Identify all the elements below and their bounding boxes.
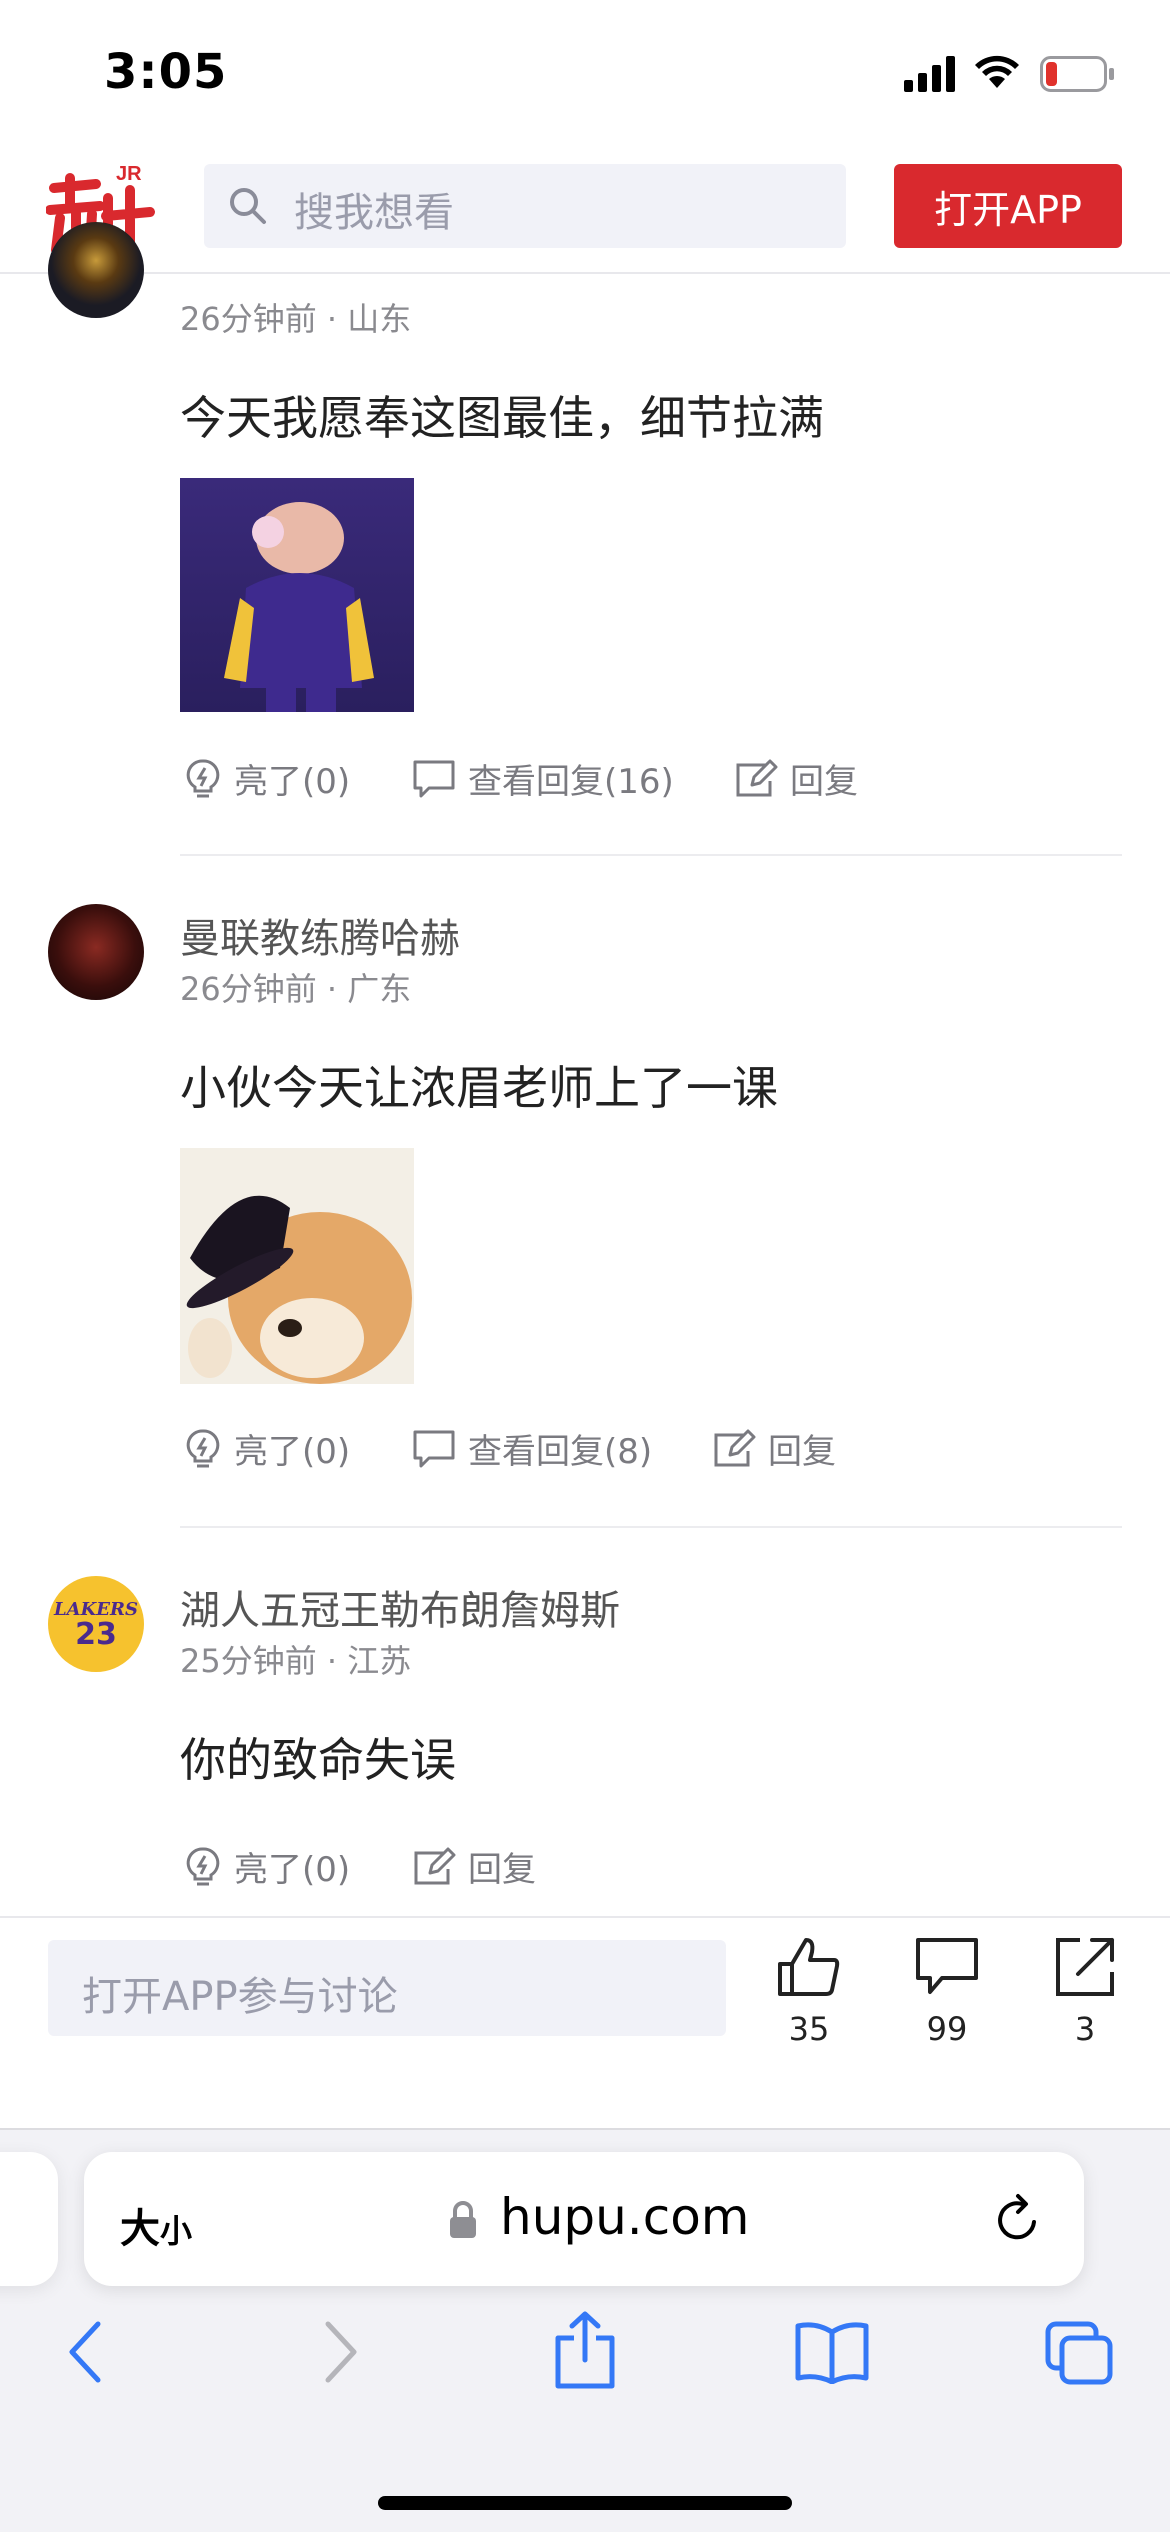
comment-username[interactable]: 湖人五冠王勒布朗詹姆斯 xyxy=(180,1578,620,1636)
battery-icon xyxy=(1040,56,1114,92)
light-button[interactable]: 亮了(0) xyxy=(184,1424,350,1473)
discussion-placeholder: 打开APP参与讨论 xyxy=(82,1974,398,2020)
comment-image[interactable] xyxy=(180,478,414,712)
status-bar: 3:05 xyxy=(0,0,1170,150)
comment-item: 26分钟前 · 山东 今天我愿奉这图最佳，细节拉满 亮了(0) 查看回复(16) xyxy=(0,222,1170,854)
address-bar[interactable]: 大小 hupu.com xyxy=(84,2152,1084,2286)
back-icon[interactable] xyxy=(64,2320,108,2384)
view-replies-button[interactable]: 查看回复(16) xyxy=(412,754,674,803)
comment-meta: 25分钟前 · 江苏 xyxy=(180,1642,412,1680)
reply-button[interactable]: 回复 xyxy=(734,754,858,803)
divider xyxy=(180,854,1122,856)
previous-tab-preview[interactable] xyxy=(0,2152,58,2286)
edit-icon xyxy=(736,759,778,796)
site-header: JR 搜我想看 打开APP xyxy=(0,150,1170,274)
status-time: 3:05 xyxy=(104,44,228,100)
home-indicator xyxy=(378,2496,792,2510)
comment-bubble-icon xyxy=(413,760,455,797)
search-icon xyxy=(230,188,266,224)
lightbulb-icon xyxy=(186,1428,220,1467)
divider xyxy=(180,1526,1122,1528)
avatar[interactable]: LAKERS 23 xyxy=(48,1576,144,1672)
lightbulb-icon xyxy=(186,758,220,797)
avatar[interactable] xyxy=(48,904,144,1000)
lock-icon xyxy=(450,2201,476,2238)
url-text: hupu.com xyxy=(500,2188,750,2246)
wifi-icon xyxy=(975,55,1019,88)
pig-basketball-image xyxy=(224,502,374,712)
light-button[interactable]: 亮了(0) xyxy=(184,754,350,803)
forward-icon[interactable] xyxy=(318,2320,362,2384)
lightbulb-icon xyxy=(186,1846,220,1885)
share-icon xyxy=(1056,1938,1114,1996)
like-button[interactable]: 35 xyxy=(754,1936,864,2048)
tabs-icon[interactable] xyxy=(1044,2320,1114,2386)
share-count: 3 xyxy=(1074,2010,1096,2048)
search-input[interactable]: 搜我想看 xyxy=(204,164,846,248)
edit-icon xyxy=(414,1847,456,1884)
view-replies-button[interactable]: 查看回复(8) xyxy=(412,1424,652,1473)
discussion-input[interactable]: 打开APP参与讨论 xyxy=(48,1940,726,2036)
comment-icon xyxy=(916,1938,978,1994)
search-placeholder: 搜我想看 xyxy=(294,190,454,236)
avatar[interactable] xyxy=(48,222,144,318)
share-button[interactable]: 3 xyxy=(1030,1936,1140,2048)
like-count: 35 xyxy=(788,2010,830,2048)
light-button[interactable]: 亮了(0) xyxy=(184,1842,350,1891)
comment-text: 你的致命失误 xyxy=(180,1733,456,1787)
bookmarks-icon[interactable] xyxy=(794,2320,870,2384)
thumbs-up-icon xyxy=(778,1938,840,1996)
comment-text: 今天我愿奉这图最佳，细节拉满 xyxy=(180,391,824,445)
comment-text: 小伙今天让浓眉老师上了一课 xyxy=(180,1061,778,1115)
comment-count: 99 xyxy=(926,2010,968,2048)
comment-item: 曼联教练腾哈赫 26分钟前 · 广东 小伙今天让浓眉老师上了一课 亮了(0) 查… xyxy=(0,880,1170,1520)
share-sheet-icon[interactable] xyxy=(552,2310,618,2390)
safari-toolbar-area: 大小 hupu.com xyxy=(0,2128,1170,2532)
comment-meta: 26分钟前 · 山东 xyxy=(180,300,412,338)
comment-meta: 26分钟前 · 广东 xyxy=(180,970,412,1008)
shiba-hat-image xyxy=(186,1195,412,1384)
comment-item: LAKERS 23 湖人五冠王勒布朗詹姆斯 25分钟前 · 江苏 你的致命失误 … xyxy=(0,1552,1170,1916)
cellular-signal-icon xyxy=(904,56,955,92)
bottom-discussion-bar: 打开APP参与讨论 35 99 3 xyxy=(0,1916,1170,2130)
edit-icon xyxy=(714,1429,756,1466)
comment-image[interactable] xyxy=(180,1148,414,1384)
open-app-button[interactable]: 打开APP xyxy=(894,164,1122,248)
reply-button[interactable]: 回复 xyxy=(412,1842,536,1891)
svg-text:JR: JR xyxy=(116,163,142,185)
comment-username[interactable]: 曼联教练腾哈赫 xyxy=(180,906,460,964)
reply-button[interactable]: 回复 xyxy=(712,1424,836,1473)
comments-button[interactable]: 99 xyxy=(892,1936,1002,2048)
comment-bubble-icon xyxy=(413,1430,455,1467)
reload-icon[interactable] xyxy=(992,2192,1044,2246)
text-size-button[interactable]: 大小 xyxy=(120,2196,192,2254)
